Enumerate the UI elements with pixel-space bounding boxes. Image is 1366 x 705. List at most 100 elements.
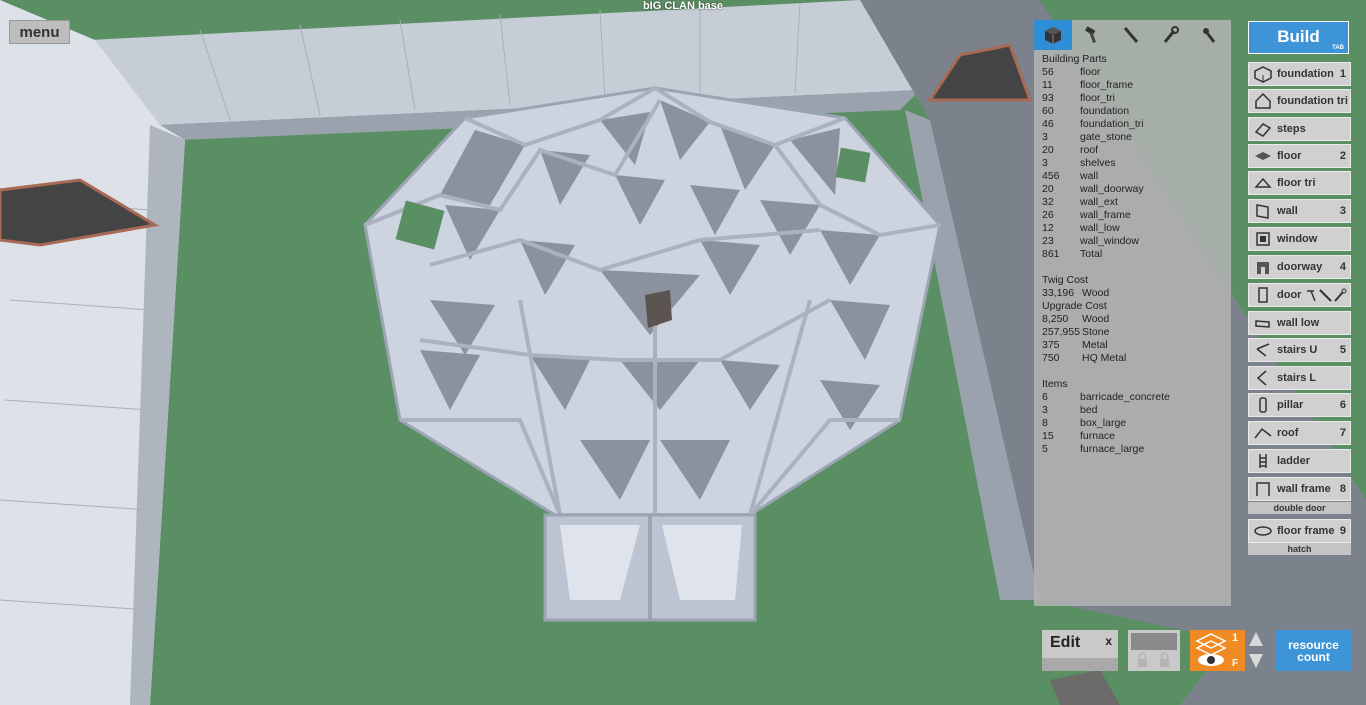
tab-hammer[interactable] bbox=[1073, 20, 1111, 50]
wall-low-icon bbox=[1255, 320, 1270, 328]
hotkey-number: 4 bbox=[1339, 261, 1346, 273]
resource-count: 46 bbox=[1042, 118, 1054, 130]
window-icon bbox=[1256, 232, 1270, 246]
foundation-icon bbox=[1254, 66, 1272, 83]
resource-name: Wood bbox=[1082, 287, 1110, 299]
edit-close-button[interactable]: x bbox=[1105, 634, 1112, 648]
resource-name: Wood bbox=[1082, 313, 1110, 325]
resource-count: 8,250 bbox=[1042, 313, 1069, 325]
build-item-foundation[interactable]: foundation 1 bbox=[1248, 62, 1351, 86]
build-item-steps[interactable]: steps bbox=[1248, 117, 1351, 141]
build-item-floor[interactable]: floor 2 bbox=[1248, 144, 1351, 168]
resource-row: 5 furnace_large bbox=[1042, 443, 1227, 456]
resource-name: wall bbox=[1080, 170, 1099, 182]
upgrade-cost-heading: Upgrade Cost bbox=[1042, 300, 1107, 312]
resource-row: 32 wall_ext bbox=[1042, 196, 1227, 209]
menu-button[interactable]: menu bbox=[9, 20, 70, 44]
resource-name: floor_tri bbox=[1080, 92, 1116, 104]
arrow-down-icon[interactable] bbox=[1249, 654, 1263, 668]
resource-name: foundation_tri bbox=[1080, 118, 1144, 130]
resource-count: 3 bbox=[1042, 404, 1048, 416]
resource-name: wall_frame bbox=[1080, 209, 1131, 221]
resource-name: foundation bbox=[1080, 105, 1130, 117]
tab-key-hint: TAB bbox=[1332, 45, 1344, 51]
resource-row: 3 shelves bbox=[1042, 157, 1227, 170]
layer-number: 1 bbox=[1232, 632, 1239, 644]
hotkey-number: 7 bbox=[1339, 427, 1346, 439]
knife-icon bbox=[1123, 27, 1139, 43]
build-item-floor-tri[interactable]: floor tri bbox=[1248, 171, 1351, 195]
hatch-option[interactable]: hatch bbox=[1248, 543, 1351, 555]
resource-name: HQ Metal bbox=[1082, 352, 1127, 364]
build-item-ladder[interactable]: ladder bbox=[1248, 449, 1351, 473]
build-item-label: stairs L bbox=[1277, 372, 1317, 384]
build-item-window[interactable]: window bbox=[1248, 227, 1351, 251]
resource-count: 93 bbox=[1042, 92, 1054, 104]
wrench-icon bbox=[1163, 26, 1179, 43]
hotkey-number: 3 bbox=[1339, 205, 1346, 217]
layers-eye-icon bbox=[1195, 633, 1227, 666]
resource-name: wall_low bbox=[1080, 222, 1120, 234]
resource-count-button[interactable]: resource count bbox=[1276, 630, 1351, 671]
resource-name: wall_doorway bbox=[1080, 183, 1144, 195]
pickaxe-icon bbox=[1203, 28, 1216, 43]
build-item-wall-frame[interactable]: wall frame 8 bbox=[1248, 477, 1351, 501]
resource-name: Metal bbox=[1082, 339, 1108, 351]
building-parts-heading: Building Parts bbox=[1042, 53, 1107, 65]
double-door-option[interactable]: double door bbox=[1248, 502, 1351, 514]
items-heading: Items bbox=[1042, 378, 1068, 390]
upgrade-cost-list: 8,250 Wood 257,955 Stone 375 Metal 750 HQ Metal bbox=[1042, 313, 1227, 365]
build-item-roof[interactable]: roof 7 bbox=[1248, 421, 1351, 445]
resource-row: 93 floor_tri bbox=[1042, 92, 1227, 105]
stairs-l-icon bbox=[1256, 370, 1267, 386]
tab-knife[interactable] bbox=[1112, 20, 1150, 50]
build-item-label: floor bbox=[1277, 150, 1302, 162]
resource-name: box_large bbox=[1080, 417, 1127, 429]
resource-row: 257,955 Stone bbox=[1042, 326, 1227, 339]
build-item-wall-low[interactable]: wall low bbox=[1248, 311, 1351, 335]
resource-name: gate_stone bbox=[1080, 131, 1132, 143]
build-item-label: doorway bbox=[1277, 261, 1323, 273]
resource-row: 3 gate_stone bbox=[1042, 131, 1227, 144]
build-item-label: foundation tri bbox=[1277, 95, 1348, 107]
resource-row: 11 floor_frame bbox=[1042, 79, 1227, 92]
arrow-up-icon[interactable] bbox=[1249, 632, 1263, 646]
resource-name: wall_ext bbox=[1080, 196, 1118, 208]
tab-wrench[interactable] bbox=[1151, 20, 1189, 50]
build-item-doorway[interactable]: doorway 4 bbox=[1248, 255, 1351, 279]
build-button[interactable]: Build TAB bbox=[1248, 21, 1349, 54]
hammer-icon bbox=[1085, 26, 1096, 43]
pillar-icon bbox=[1259, 397, 1267, 413]
ladder-icon bbox=[1259, 454, 1267, 468]
resource-name: roof bbox=[1080, 144, 1099, 156]
build-item-label: wall frame bbox=[1277, 483, 1331, 495]
build-item-stairs-u[interactable]: stairs U 5 bbox=[1248, 338, 1351, 362]
lock-toggle[interactable] bbox=[1128, 630, 1180, 671]
build-item-foundation-tri[interactable]: foundation tri bbox=[1248, 89, 1351, 113]
resource-name: floor bbox=[1080, 66, 1101, 78]
build-item-label: wall low bbox=[1277, 317, 1320, 329]
resource-count-label: resource count bbox=[1288, 637, 1339, 664]
build-item-floor-frame[interactable]: floor frame 9 bbox=[1248, 519, 1351, 543]
build-item-door[interactable]: door bbox=[1248, 283, 1351, 307]
hotkey-number: 1 bbox=[1339, 68, 1346, 80]
wall-icon bbox=[1256, 204, 1269, 219]
resource-name: furnace bbox=[1080, 430, 1116, 442]
stairs-u-icon bbox=[1256, 343, 1270, 357]
resource-row: 20 roof bbox=[1042, 144, 1227, 157]
build-item-pillar[interactable]: pillar 6 bbox=[1248, 393, 1351, 417]
doorway-icon bbox=[1257, 262, 1269, 274]
resource-count-list: Building Parts 56 floor 11 floor_frame 93 flo… bbox=[1042, 53, 1227, 456]
tab-pickaxe[interactable] bbox=[1190, 20, 1228, 50]
build-item-stairs-l[interactable]: stairs L bbox=[1248, 366, 1351, 390]
foundation-tri-icon bbox=[1255, 92, 1271, 109]
layer-visibility-toggle[interactable]: 1 F bbox=[1190, 630, 1245, 671]
build-item-label: ladder bbox=[1277, 455, 1311, 467]
resource-count: 12 bbox=[1042, 222, 1054, 234]
tab-building[interactable] bbox=[1034, 20, 1072, 50]
resource-count: 20 bbox=[1042, 144, 1054, 156]
build-item-wall[interactable]: wall 3 bbox=[1248, 199, 1351, 223]
resource-row: 456 wall bbox=[1042, 170, 1227, 183]
build-item-label: pillar bbox=[1277, 399, 1304, 411]
edit-button[interactable]: Edit x bbox=[1042, 630, 1118, 671]
